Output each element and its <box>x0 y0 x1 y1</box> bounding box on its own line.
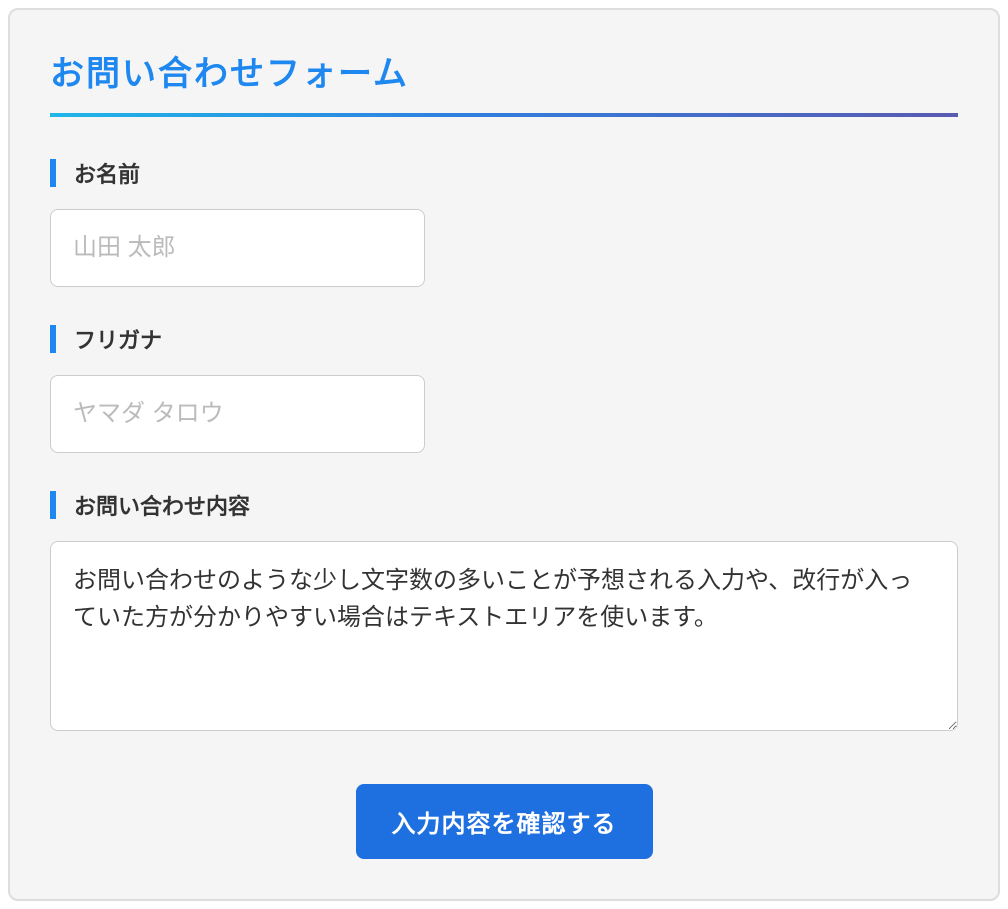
field-inquiry: お問い合わせ内容 <box>50 489 958 736</box>
confirm-button[interactable]: 入力内容を確認する <box>356 784 653 859</box>
field-furigana: フリガナ <box>50 323 958 453</box>
field-name: お名前 <box>50 157 958 287</box>
accent-bar-icon <box>50 491 56 519</box>
furigana-input[interactable] <box>50 375 425 453</box>
submit-row: 入力内容を確認する <box>50 784 958 859</box>
inquiry-textarea[interactable] <box>50 541 958 731</box>
label-furigana: フリガナ <box>74 323 162 355</box>
accent-bar-icon <box>50 159 56 187</box>
label-inquiry: お問い合わせ内容 <box>74 489 250 521</box>
label-row-inquiry: お問い合わせ内容 <box>50 489 958 521</box>
name-input[interactable] <box>50 209 425 287</box>
accent-bar-icon <box>50 325 56 353</box>
label-name: お名前 <box>74 157 140 189</box>
label-row-name: お名前 <box>50 157 958 189</box>
form-title: お問い合わせフォーム <box>50 46 958 117</box>
contact-form-card: お問い合わせフォーム お名前 フリガナ お問い合わせ内容 入力内容を確認する <box>8 8 1000 901</box>
label-row-furigana: フリガナ <box>50 323 958 355</box>
